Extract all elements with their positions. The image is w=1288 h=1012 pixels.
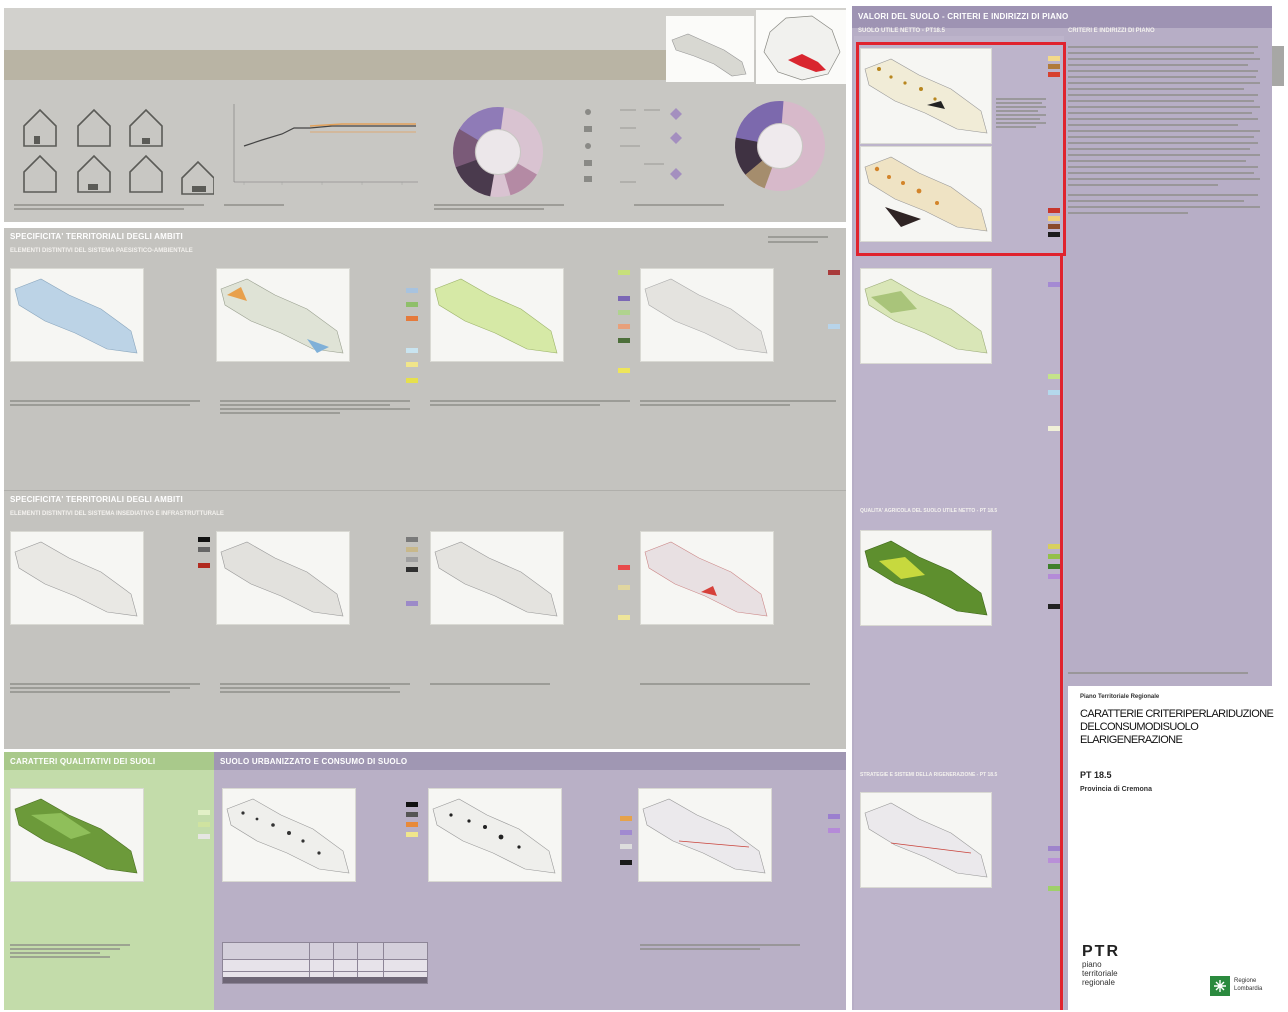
- consumo-table: [222, 942, 428, 984]
- band-insediativo-subtitle: ELEMENTI DISTINTIVI DEL SISTEMA INSEDIAT…: [10, 511, 224, 517]
- trend-line-chart: [222, 96, 422, 200]
- legend-suolo-4: [1046, 540, 1062, 620]
- legend-urbanizzato-1: [404, 800, 422, 850]
- locator-map-province: [666, 16, 754, 82]
- right-mid-label: QUALITA' AGRICOLA DEL SUOLO UTILE NETTO …: [860, 508, 998, 514]
- donut-chart-right: [732, 98, 828, 194]
- band-insediativo-title: SPECIFICITA' TERRITORIALI DEGLI AMBITI: [10, 495, 183, 504]
- top-captions: [14, 202, 844, 220]
- regione-line1: Regione: [1234, 978, 1257, 984]
- title-code: PT 18.5: [1080, 770, 1112, 780]
- captions-ambientale: [10, 398, 840, 438]
- right-top-sub-left: SUOLO UTILE NETTO - PT18.5: [858, 28, 945, 34]
- map-ambientale-2: [216, 268, 350, 362]
- legend-suolo-3: [1046, 276, 1062, 436]
- captions-qualita: [10, 942, 210, 972]
- legend-rigenerazione: [1046, 806, 1062, 906]
- top-left-panel: [4, 8, 846, 222]
- captions-insediativo: [10, 681, 840, 721]
- band-insediativo: SPECIFICITA' TERRITORIALI DEGLI AMBITI E…: [4, 490, 846, 749]
- map-ambientale-3: [430, 268, 564, 362]
- map-ambientale-4: [640, 268, 774, 362]
- map-insediativo-2: [216, 531, 350, 625]
- legend-insediativo-3: [616, 535, 636, 635]
- locator-map-lombardia: [756, 10, 846, 84]
- band-ambientale-subtitle: ELEMENTI DISTINTIVI DEL SISTEMA PAESISTI…: [10, 248, 193, 254]
- map-insediativo-4: [640, 531, 774, 625]
- donut-chart-left: [450, 104, 546, 200]
- band-paesistico-ambientale: SPECIFICITA' TERRITORIALI DEGLI AMBITI E…: [4, 228, 846, 490]
- legend-ambientale-2: [404, 278, 424, 398]
- ptr-logo: PTR piano territoriale regionale: [1082, 944, 1162, 1004]
- regione-logo-icon: [1210, 976, 1230, 996]
- legend-insediativo-1: [196, 535, 214, 575]
- right-top-sub-right: CRITERI E INDIRIZZI DI PIANO: [1068, 28, 1155, 34]
- ptr-logo-letters: PTR: [1082, 943, 1120, 960]
- map-insediativo-1: [10, 531, 144, 625]
- map-insediativo-3: [430, 531, 564, 625]
- band-ambientale-title: SPECIFICITA' TERRITORIALI DEGLI AMBITI: [10, 232, 183, 241]
- ptr-logo-line1: piano: [1082, 960, 1102, 969]
- map-urbanizzato-3: [638, 788, 772, 882]
- regione-line2: Lombardia: [1234, 986, 1263, 992]
- right-top-title: VALORI DEL SUOLO - CRITERI E INDIRIZZI D…: [858, 12, 1069, 21]
- map-suolo-utile-3: [860, 268, 992, 364]
- icon-legend-column: [580, 102, 690, 202]
- band-ambientale-legend-box: [758, 232, 838, 248]
- highlight-frame-top: [856, 42, 1066, 256]
- legend-insediativo-2: [404, 535, 424, 625]
- title-block: Piano Territoriale Regionale CARATTERIE …: [1068, 686, 1286, 1010]
- legend-qualita: [198, 802, 212, 882]
- band-urbanizzato-title: SUOLO URBANIZZATO E CONSUMO DI SUOLO: [220, 757, 408, 766]
- map-suolo-utile-4: [860, 530, 992, 626]
- ptr-logo-line2: territoriale: [1082, 969, 1118, 978]
- title-main: CARATTERIE CRITERIPERLARIDUZIONE DELCONS…: [1080, 708, 1274, 746]
- map-qualita: [10, 788, 144, 882]
- edge-tab: [1272, 46, 1284, 86]
- right-low-label: STRATEGIE E SISTEMI DELLA RIGENERAZIONE …: [860, 772, 998, 778]
- band-urbanizzato: SUOLO URBANIZZATO E CONSUMO DI SUOLO: [214, 752, 846, 1010]
- title-province: Provincia di Cremona: [1080, 786, 1152, 793]
- legend-ambientale-4: [826, 268, 844, 329]
- title-ente: Piano Territoriale Regionale: [1080, 694, 1160, 700]
- legend-urbanizzato-2: [618, 800, 636, 870]
- map-urbanizzato-2: [428, 788, 562, 882]
- captions-urbanizzato: [640, 942, 840, 962]
- legend-ambientale-3: [616, 268, 636, 388]
- ptr-logo-line3: regionale: [1082, 978, 1115, 987]
- house-icons-group: [14, 100, 215, 200]
- map-ambientale-1: [10, 268, 144, 362]
- criteri-text-column: [1068, 42, 1266, 682]
- house-icon: [23, 108, 215, 195]
- band-qualita-title: CARATTERI QUALITATIVI DEI SUOLI: [10, 757, 156, 766]
- map-urbanizzato-1: [222, 788, 356, 882]
- legend-urbanizzato-3: [826, 812, 844, 852]
- map-rigenerazione: [860, 792, 992, 888]
- regione-lombardia-logo: Regione Lombardia: [1210, 976, 1282, 998]
- band-qualita-suoli: CARATTERI QUALITATIVI DEI SUOLI: [4, 752, 214, 1010]
- top-subtitle-bar: [4, 50, 666, 80]
